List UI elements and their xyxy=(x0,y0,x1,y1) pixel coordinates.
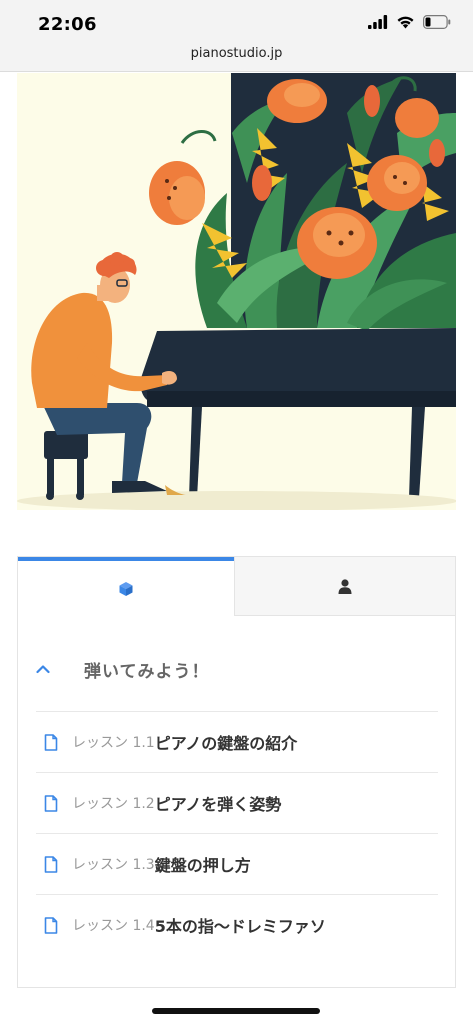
lesson-item[interactable]: レッスン 1.4 5本の指〜ドレミファソ xyxy=(36,894,438,955)
lesson-title: 5本の指〜ドレミファソ xyxy=(154,917,326,936)
user-icon xyxy=(338,578,352,594)
document-icon xyxy=(44,855,70,873)
document-icon xyxy=(44,916,70,934)
lesson-number: レッスン 1.3 xyxy=(72,857,155,873)
hero-illustration xyxy=(17,73,456,510)
lesson-number: レッスン 1.1 xyxy=(72,735,155,751)
pianist-illustration xyxy=(17,73,456,510)
chevron-up-icon xyxy=(36,664,64,674)
tab-profile[interactable] xyxy=(234,557,455,616)
cube-icon xyxy=(119,581,133,596)
status-time: 22:06 xyxy=(38,14,97,35)
lesson-number: レッスン 1.4 xyxy=(72,918,155,934)
lesson-item[interactable]: レッスン 1.3 鍵盤の押し方 xyxy=(36,833,438,894)
tab-bar xyxy=(18,557,455,616)
home-indicator[interactable] xyxy=(152,1008,320,1014)
document-icon xyxy=(44,794,70,812)
status-bar: 22:06 xyxy=(0,0,473,44)
tab-course[interactable] xyxy=(18,557,234,616)
lesson-item[interactable]: レッスン 1.1 ピアノの鍵盤の紹介 xyxy=(36,711,438,772)
section-title: 弾いてみよう！ xyxy=(84,661,210,682)
cellular-signal-icon xyxy=(368,15,388,29)
lesson-number: レッスン 1.2 xyxy=(72,796,155,812)
browser-address-bar[interactable]: pianostudio.jp xyxy=(0,44,473,72)
url-text: pianostudio.jp xyxy=(190,46,283,61)
lesson-title: 鍵盤の押し方 xyxy=(154,856,251,875)
lesson-title: ピアノを弾く姿勢 xyxy=(154,795,282,814)
battery-icon xyxy=(423,15,451,29)
section-header[interactable]: 弾いてみよう！ xyxy=(36,649,436,689)
lesson-title: ピアノの鍵盤の紹介 xyxy=(154,734,298,753)
lesson-list: レッスン 1.1 ピアノの鍵盤の紹介 レッスン 1.2 ピアノを弾く姿勢 レッス… xyxy=(36,711,438,955)
lesson-item[interactable]: レッスン 1.2 ピアノを弾く姿勢 xyxy=(36,772,438,833)
status-icons xyxy=(368,15,451,29)
document-icon xyxy=(44,733,70,751)
wifi-icon xyxy=(397,16,414,29)
course-panel: 弾いてみよう！ レッスン 1.1 ピアノの鍵盤の紹介 レッスン 1.2 ピアノを… xyxy=(17,556,456,988)
